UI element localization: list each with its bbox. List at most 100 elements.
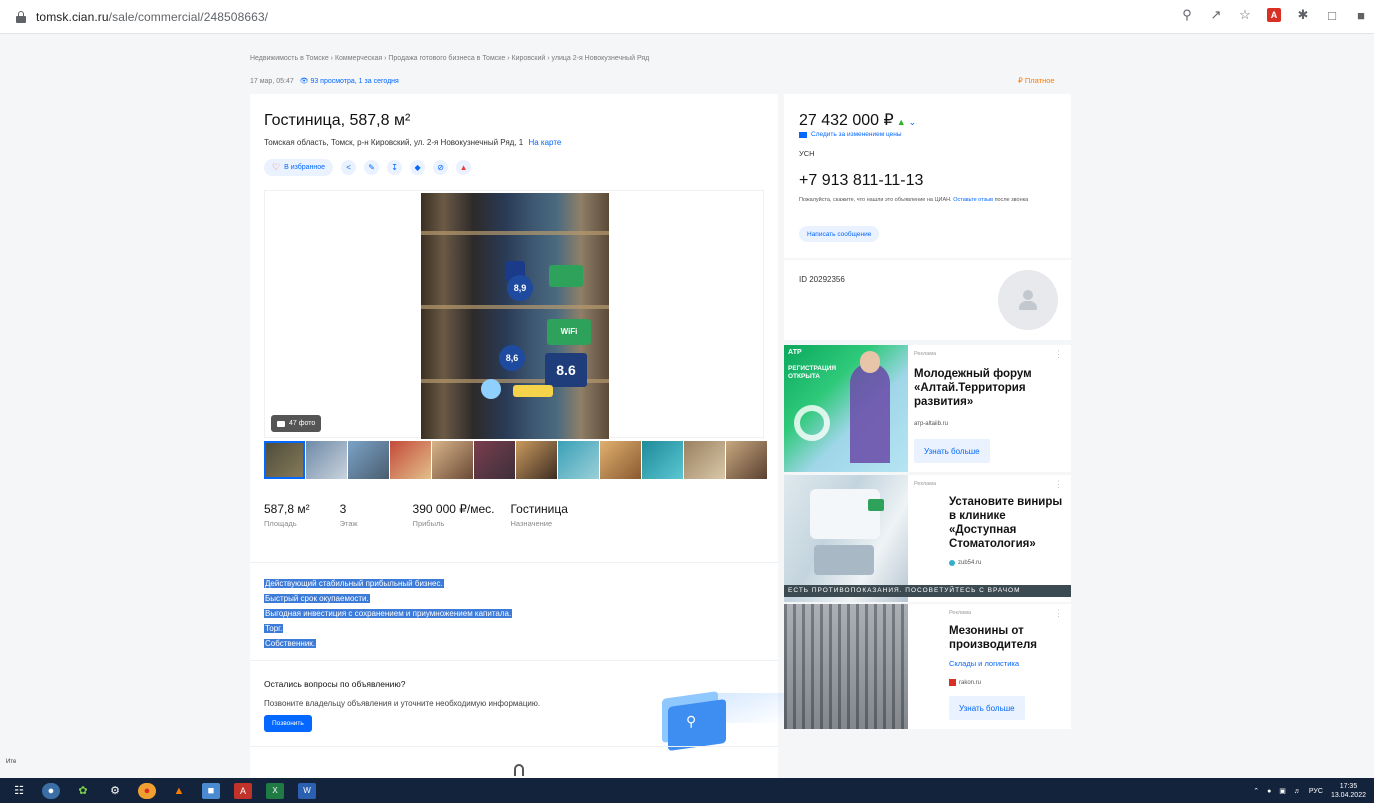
follow-price-link[interactable]: Следить за изменением цены [799,131,902,138]
listing-meta: 17 мар, 05:47 👁 93 просмотра, 1 за сегод… [250,77,399,85]
price-up-icon: ▲ [896,117,906,127]
listing-actions: ♡ В избранное < ✎ ↧ ◆ ⊘ ▲ [264,159,472,176]
questions-block: Остались вопросы по объявлению? Позвонит… [264,679,784,752]
fact-floor: 3 Этаж [339,502,358,528]
listing-facts: 587,8 м² Площадь 3 Этаж 390 000 ₽/мес. Приб… [264,502,598,528]
clock[interactable]: 17:35 13.04.2022 [1331,782,1366,800]
browser-icon[interactable]: ● [138,782,156,799]
main-photo[interactable]: 8,9 WiFi 8,6 8.6 [421,193,609,439]
more-icon[interactable]: ⋮ [1054,608,1063,619]
leave-review-link[interactable]: Оставьте отзыв [953,197,993,203]
report-icon[interactable]: ▲ [456,160,472,175]
views-icon: 👁 [299,78,309,85]
learn-more-button[interactable]: Узнать больше [949,696,1025,720]
thumbnail[interactable] [264,441,305,479]
call-button[interactable]: Позвонить [264,715,312,732]
thumbnail[interactable] [348,441,389,479]
price: 27 432 000 ₽ ▲ ⌄ [799,112,917,129]
site-icon [949,679,956,686]
thumbnail[interactable] [684,441,725,479]
hide-icon[interactable]: ⊘ [433,160,449,175]
app-icon[interactable]: ● [42,782,60,799]
volume-icon[interactable]: ♬ [1294,788,1301,795]
browser-address-bar[interactable]: tomsk.cian.ru/sale/commercial/248508663/… [0,0,1374,34]
thumbnail[interactable] [432,441,473,479]
thumbnail[interactable] [558,441,599,479]
thumbnail[interactable] [726,441,767,479]
magnifier-icon: ⚲ [686,713,697,729]
more-icon[interactable]: ⋮ [1054,349,1063,360]
windows-taskbar: ☷ ● ✿ ⚙ ● ▲ ■ A X W [0,778,1374,803]
task-view-icon[interactable]: ☷ [10,783,28,799]
star-icon[interactable]: ☆ [1238,7,1252,22]
phone-note: Пожалуйста, скажите, что нашли это объяв… [799,197,1029,203]
seller-id: ID 20292356 [799,275,845,284]
compare-icon[interactable]: ◆ [410,160,426,175]
app-icon[interactable]: ▲ [170,783,188,799]
share-icon[interactable]: < [341,160,357,175]
ad-headline[interactable]: Молодежный форум «Алтай.Территория разви… [914,367,1064,409]
ad-source[interactable]: атр-altaiib.ru [914,421,948,427]
ad-card[interactable]: АТР РЕГИСТРАЦИЯ ОТКРЫТА Реклама ⋮ Молоде… [784,345,1071,472]
ad-image[interactable]: АТР РЕГИСТРАЦИЯ ОТКРЫТА [784,345,908,472]
thumbnail[interactable] [474,441,515,479]
browser-toolbar-icons: ⚲ ↗ ☆ A ✱ □ ■ [1180,7,1368,23]
url-text[interactable]: tomsk.cian.ru/sale/commercial/248508663/ [36,10,268,24]
system-tray: ⌃ ● ▣ ♬ РУС 17:35 13.04.2022 [1253,779,1366,803]
fact-area: 587,8 м² Площадь [264,502,310,528]
ad-image[interactable] [784,604,908,729]
lock-icon [514,764,524,776]
ad-headline[interactable]: Мезонины от производителя [949,624,1069,652]
price-card: 27 432 000 ₽ ▲ ⌄ Следить за изменением цен… [784,94,1071,258]
chevron-up-icon[interactable]: ⌃ [1253,787,1259,795]
ad-disclaimer: ЕСТЬ ПРОТИВОПОКАЗАНИЯ. ПОСОВЕТУЙТЕСЬ С В… [784,585,1071,597]
avatar[interactable] [998,270,1058,330]
ad-source[interactable]: rakon.ru [949,679,981,686]
learn-more-button[interactable]: Узнать больше [914,439,990,463]
thumbnail[interactable] [306,441,347,479]
map-link[interactable]: На карте [528,138,561,147]
pdf-extension-icon[interactable]: A [1267,8,1281,22]
add-to-favorites-button[interactable]: ♡ В избранное [264,159,334,176]
ad-headline[interactable]: Установите виниры в клинике «Доступная С… [949,495,1069,551]
photo-count-badge[interactable]: 47 фото [271,415,322,432]
window-icon[interactable]: □ [1325,8,1339,23]
display-icon[interactable]: ▣ [1279,787,1286,795]
site-icon [949,560,955,566]
thumbnail[interactable] [390,441,431,479]
photo-gallery[interactable]: 8,9 WiFi 8,6 8.6 47 фото [264,190,764,439]
more-icon[interactable]: ⋮ [1054,479,1063,490]
extensions-puzzle-icon[interactable]: ✱ [1296,7,1310,22]
camera-icon [277,420,285,427]
network-icon[interactable]: ● [1267,788,1271,795]
ad-card[interactable]: Реклама ⋮ Мезонины от производителя Скла… [784,604,1071,729]
views-count[interactable]: 93 просмотра, 1 за сегодня [310,78,398,85]
ad-source[interactable]: zub54.ru [949,560,981,566]
settings-gear-icon[interactable]: ⚙ [106,783,124,799]
excel-icon[interactable]: X [266,782,284,799]
thumbnail[interactable] [642,441,683,479]
word-icon[interactable]: W [298,782,316,799]
app-icon[interactable]: ✿ [74,783,92,799]
edit-icon[interactable]: ✎ [364,160,380,175]
phone-number[interactable]: +7 913 811-11-13 [799,172,923,190]
thumbnail[interactable] [600,441,641,479]
ad-subline[interactable]: Склады и логистика [949,659,1019,668]
fact-purpose: Гостиница Назначение [510,502,568,528]
app-icon[interactable]: ■ [202,782,220,799]
ad-image[interactable] [784,475,908,602]
ad-card[interactable]: Реклама ⋮ Установите виниры в клинике «Д… [784,475,1071,602]
lock-icon [16,10,26,23]
breadcrumb[interactable]: Недвижимость в Томске › Коммерческая › П… [250,55,649,62]
fact-profit: 390 000 ₽/мес. Прибыль [412,502,495,528]
chevron-down-icon[interactable]: ⌄ [909,117,917,127]
language-indicator[interactable]: РУС [1309,788,1323,795]
thumbnail[interactable] [516,441,557,479]
download-icon[interactable]: ↧ [387,160,403,175]
pdf-app-icon[interactable]: A [234,782,252,799]
zoom-icon[interactable]: ⚲ [1180,7,1194,22]
edge-tab[interactable]: Ите [6,759,16,765]
profile-icon[interactable]: ■ [1354,8,1368,23]
write-message-button[interactable]: Написать сообщение [799,226,880,242]
share-icon[interactable]: ↗ [1209,7,1223,22]
